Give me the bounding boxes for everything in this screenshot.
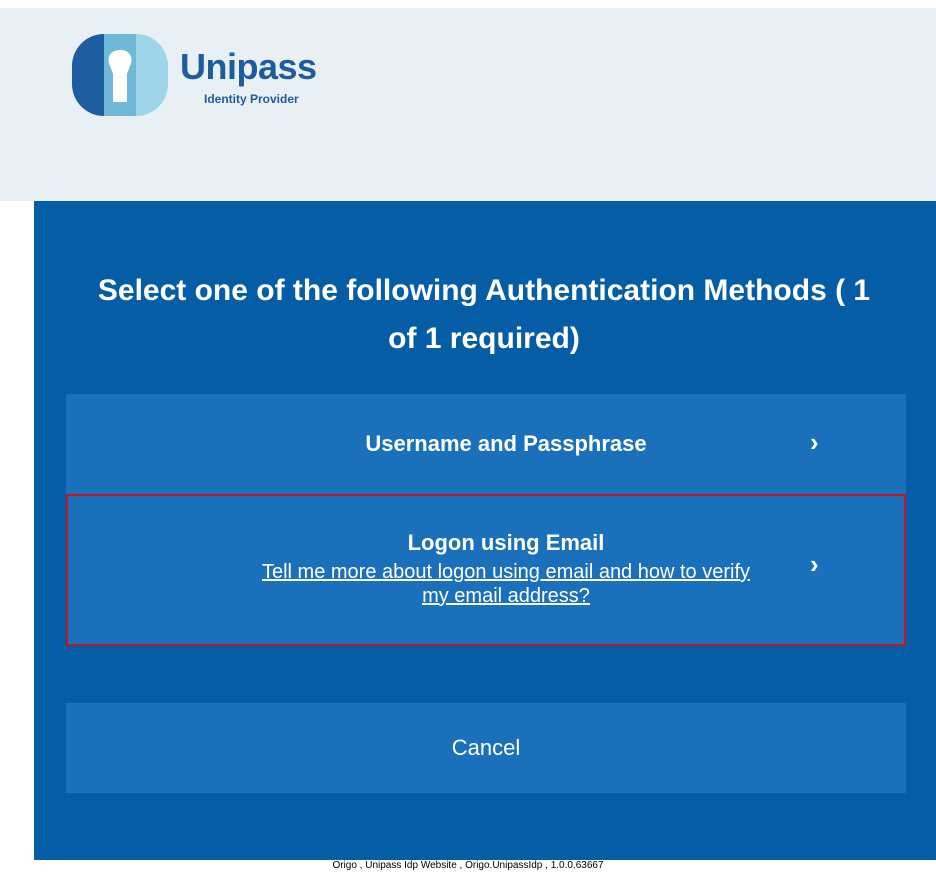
- logo-name: Unipass: [180, 46, 317, 87]
- auth-panel: Select one of the following Authenticati…: [34, 201, 936, 860]
- cancel-button[interactable]: Cancel: [66, 703, 906, 793]
- chevron-right-icon: ›: [810, 427, 819, 457]
- header: Unipass Identity Provider: [0, 8, 936, 201]
- method-username-passphrase[interactable]: Username and Passphrase ›: [66, 394, 906, 494]
- method-logon-email[interactable]: Logon using Email Tell me more about log…: [66, 494, 906, 646]
- email-help-link[interactable]: Tell me more about logon using email and…: [256, 560, 756, 608]
- unipass-logo: Unipass Identity Provider: [66, 30, 366, 130]
- page: Unipass Identity Provider Select one of …: [0, 0, 936, 876]
- page-title: Select one of the following Authenticati…: [97, 274, 871, 355]
- logo-tagline: Identity Provider: [204, 92, 299, 106]
- method-label: Username and Passphrase: [365, 431, 647, 456]
- method-label: Logon using Email: [407, 530, 605, 555]
- keyhole-logo-icon: [72, 34, 168, 116]
- chevron-right-icon: ›: [810, 549, 819, 579]
- footer-version-text: Origo , Unipass Idp Website , Origo.Unip…: [332, 860, 604, 871]
